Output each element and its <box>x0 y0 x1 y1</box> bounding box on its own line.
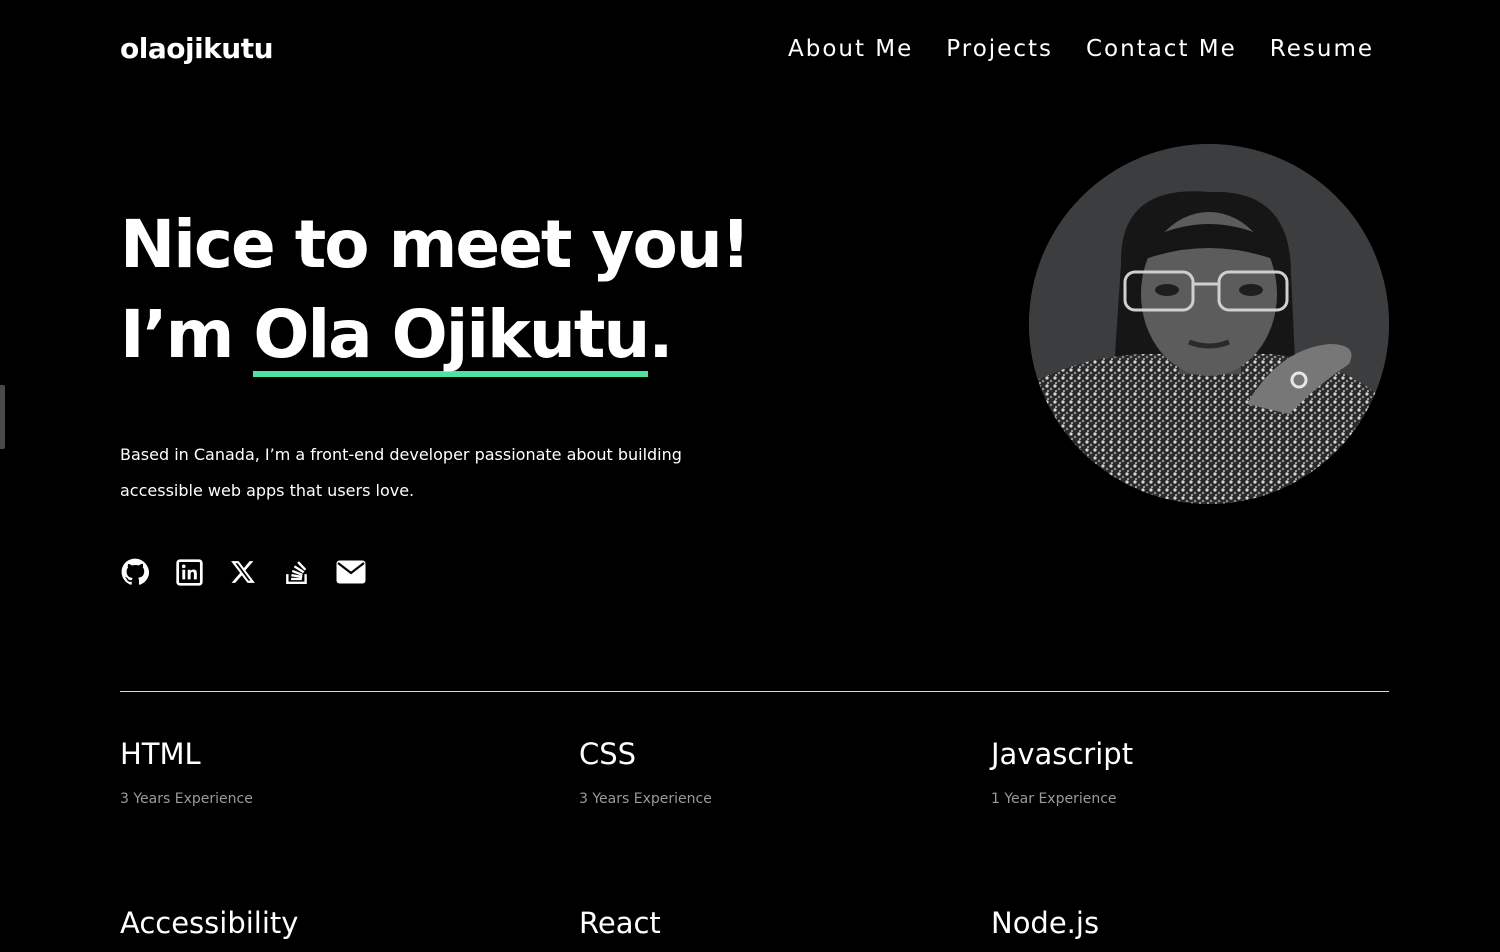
hero-im-prefix: I’m <box>120 296 254 373</box>
x-twitter-link[interactable] <box>228 557 258 587</box>
linkedin-icon <box>175 558 203 586</box>
hero-name: Ola Ojikutu <box>253 299 650 377</box>
hero-period: . <box>648 296 673 373</box>
profile-photo <box>1029 144 1389 504</box>
skill-experience: 1 Year Experience <box>991 791 1117 807</box>
nav-about-me[interactable]: About Me <box>788 30 913 68</box>
skill-css: CSS 3 Years Experience <box>579 734 712 809</box>
skill-name: React <box>579 906 661 940</box>
skill-name: Node.js <box>991 906 1100 940</box>
skill-experience: 3 Years Experience <box>579 791 712 807</box>
hero-description: Based in Canada, I’m a front-end develop… <box>120 445 682 500</box>
hero-intro-line: I’m Ola Ojikutu. <box>120 290 749 380</box>
skill-accessibility: Accessibility <box>120 903 298 943</box>
skill-nodejs: Node.js <box>991 903 1099 943</box>
portrait-image <box>1029 144 1389 504</box>
nav-contact-me[interactable]: Contact Me <box>1086 30 1237 68</box>
scroll-indicator[interactable] <box>0 385 5 449</box>
stackoverflow-icon <box>286 561 307 584</box>
social-links <box>120 557 366 587</box>
email-link[interactable] <box>336 557 366 587</box>
x-twitter-icon <box>231 561 255 583</box>
site-logo[interactable]: olaojikutu <box>120 30 274 68</box>
hero-greeting: Nice to meet you! <box>120 206 751 283</box>
stackoverflow-link[interactable] <box>282 557 312 587</box>
skill-html: HTML 3 Years Experience <box>120 734 253 809</box>
main-nav: About Me Projects Contact Me Resume <box>788 30 1374 68</box>
github-icon <box>121 558 149 585</box>
skill-javascript: Javascript 1 Year Experience <box>991 734 1133 809</box>
skill-react: React <box>579 903 661 943</box>
github-link[interactable] <box>120 557 150 587</box>
skill-name: HTML <box>120 737 201 771</box>
hero-heading: Nice to meet you! I’m Ola Ojikutu. <box>120 200 751 380</box>
skill-name: CSS <box>579 737 637 771</box>
nav-projects[interactable]: Projects <box>946 30 1053 68</box>
skill-name: Javascript <box>991 737 1134 771</box>
skill-name: Accessibility <box>120 906 299 940</box>
skill-experience: 3 Years Experience <box>120 791 253 807</box>
section-divider <box>120 691 1389 692</box>
linkedin-link[interactable] <box>174 557 204 587</box>
nav-resume[interactable]: Resume <box>1270 30 1374 68</box>
email-icon <box>336 560 366 584</box>
